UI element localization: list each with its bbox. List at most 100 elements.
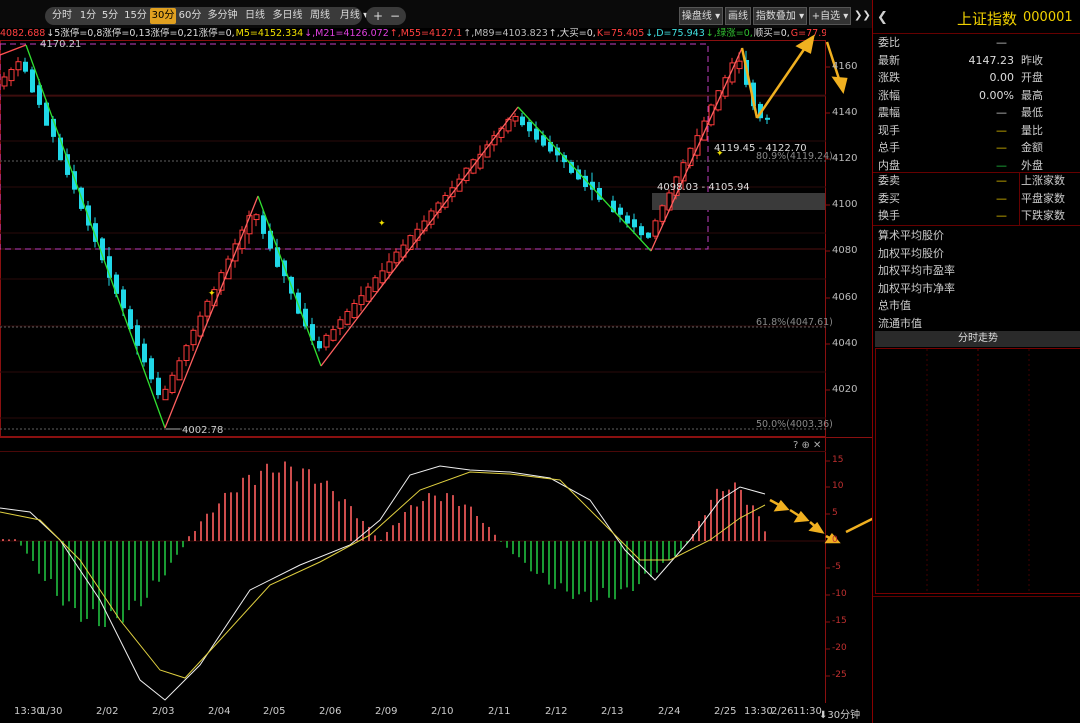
candle-body: [632, 219, 637, 228]
candle-body: [190, 329, 197, 346]
date-tick: 11:30: [793, 706, 822, 717]
quote-row: 震幅 — 最低: [873, 104, 1080, 121]
price-tick: 4040: [832, 338, 858, 349]
quote-label: 量比: [1021, 123, 1043, 137]
date-tick: 2/24: [658, 706, 681, 717]
macd-tick: -25: [832, 670, 847, 680]
macd-tick: -20: [832, 643, 847, 653]
quote-panel: ❮ 上证指数 000001 委比 — 最新 4147.23 昨收 涨跌 0.00 开盘 涨幅 0.…: [872, 0, 1080, 723]
quote-label: 金额: [1021, 141, 1043, 154]
quote-value: —: [996, 123, 1007, 137]
price-tick: 4100: [832, 199, 858, 210]
quote-value: 0.00: [989, 71, 1015, 84]
candle-body: [527, 121, 532, 132]
date-tick: 2/12: [545, 706, 568, 717]
quote-row: 涨幅 0.00% 最高: [873, 87, 1080, 104]
candle-body: [736, 60, 743, 70]
price-tick: 4120: [832, 153, 858, 164]
date-tick: 2/09: [375, 706, 398, 717]
zigzag-down-segment: [517, 106, 652, 252]
quote-row: 现手 — 量比: [873, 122, 1080, 139]
candle-body: [162, 388, 169, 401]
macd-projection-arrows: [769, 498, 872, 544]
quote-label: 最高: [1021, 88, 1043, 102]
date-tick: 2/02: [96, 706, 119, 717]
candle-body: [625, 215, 630, 224]
date-tick: 2/10: [431, 706, 454, 717]
candle-body: [135, 325, 140, 346]
candle-body: [176, 360, 183, 381]
date-tick: 13:30: [744, 706, 773, 717]
candle-body: [23, 61, 28, 72]
candle-body: [128, 309, 133, 329]
macd-tick: -10: [832, 589, 847, 599]
market-stat-label: 算术平均股价: [878, 229, 944, 242]
quote-label: 委比: [878, 36, 900, 49]
date-tick: 1/30: [40, 706, 63, 717]
market-stat-row: 流通市值: [873, 315, 1080, 332]
macd-dif-line: [0, 465, 766, 701]
candle-body: [512, 115, 519, 122]
quote-label: 外盘: [1021, 158, 1043, 172]
candle-body: [30, 69, 35, 93]
quote-row: 换手 — 下跌家数: [873, 207, 1080, 224]
candle-body: [1, 76, 8, 87]
intraday-trend-header[interactable]: 分时走势: [875, 331, 1080, 347]
kline-chart[interactable]: ✦✦✦ 4170.21 4002.78 4119.45 - 4122.70 40…: [0, 0, 872, 703]
quote-value: —: [996, 36, 1007, 49]
zigzag-down-segment: [25, 44, 166, 429]
candle-body: [121, 289, 126, 309]
date-tick: 2/25: [714, 706, 737, 717]
macd-tick: 0: [832, 535, 838, 545]
candle-body: [639, 226, 644, 236]
date-tick: 2/04: [208, 706, 231, 717]
price-tick: 4020: [832, 384, 858, 395]
candle-body: [344, 311, 351, 325]
candle-body: [534, 128, 539, 140]
range-lo-label: 4098.03 - 4105.94: [657, 182, 750, 193]
candle-body: [365, 286, 372, 302]
candle-body: [351, 303, 358, 319]
quote-value: —: [996, 141, 1007, 154]
signal-mark-icon: ✦: [208, 289, 216, 299]
projection-arrows: [740, 34, 848, 119]
market-stat-label: 加权平均股价: [878, 246, 944, 260]
quote-label: 开盘: [1021, 71, 1043, 84]
candle-body: [197, 315, 204, 337]
candle-body: [149, 358, 154, 380]
price-tick: 4160: [832, 61, 858, 72]
macd-tick: -15: [832, 616, 847, 626]
quote-value: —: [996, 174, 1007, 187]
quote-value: —: [996, 209, 1007, 222]
macd-tick: 15: [832, 455, 844, 465]
back-arrow-icon[interactable]: ❮: [877, 10, 888, 25]
candle-body: [15, 61, 22, 71]
quote-row: 涨跌 0.00 开盘: [873, 69, 1080, 86]
date-tick: 13:30: [14, 706, 43, 717]
date-tick[interactable]: ⬇30分钟: [819, 706, 860, 721]
low-label: 4002.78: [182, 425, 223, 436]
candle-body: [8, 69, 15, 82]
macd-gridlines: [0, 460, 830, 677]
market-stat-label: 流通市值: [878, 316, 922, 330]
candle-body: [337, 319, 344, 329]
date-axis: 13:30 1/30 2/02 2/03 2/04 2/05 2/06 2/09 2/10 2/1…: [0, 703, 872, 723]
quote-value: 4147.23: [968, 53, 1015, 67]
quote-label: 委买: [878, 191, 900, 205]
candle-body: [317, 341, 322, 349]
candle-body: [261, 215, 266, 234]
quote-label: 换手: [878, 209, 900, 222]
quote-row: 委比 —: [873, 34, 1080, 51]
date-tick: 2/26: [771, 706, 794, 717]
quote-row: 委卖 — 上涨家数: [873, 172, 1080, 189]
quote-label: 委卖: [878, 174, 900, 187]
date-tick: 2/05: [263, 706, 286, 717]
candle-body: [323, 334, 330, 348]
fib-61-label: 61.8%(4047.61): [756, 317, 833, 328]
intraday-trend-chart[interactable]: [875, 348, 1080, 594]
candle-body: [358, 295, 365, 306]
candle-body: [393, 251, 400, 264]
market-stat-row: 算术平均股价: [873, 227, 1080, 244]
macd-tick: -5: [832, 562, 841, 572]
quote-label: 最低: [1021, 106, 1043, 119]
